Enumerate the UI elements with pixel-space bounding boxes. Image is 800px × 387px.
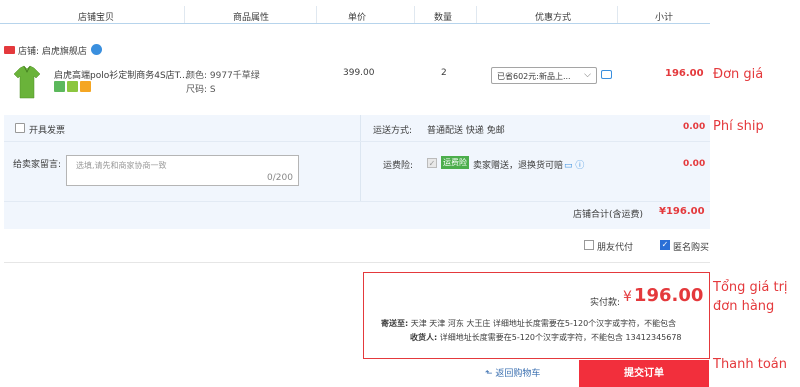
- service-card-icon: [80, 81, 91, 92]
- product-color: 颜色: 9977千草绿: [186, 71, 260, 81]
- insurance-fee: 0.00: [683, 159, 706, 169]
- anonymous-label[interactable]: 匿名购买: [673, 240, 710, 253]
- col-discount: 优惠方式: [535, 13, 572, 23]
- promo-select[interactable]: 已省602元:新品上... ⌵: [491, 67, 597, 84]
- seller-message-count: 0/200: [267, 173, 293, 183]
- col-attributes: 商品属性: [233, 13, 270, 23]
- chevron-down-icon: ⌵: [584, 70, 591, 80]
- back-to-cart-link[interactable]: ⬑ 返回购物车: [485, 366, 540, 379]
- help-icon[interactable]: ▭ ⓘ: [564, 158, 584, 171]
- shop-name[interactable]: 店铺: 启虎旗舰店: [18, 44, 87, 57]
- shipping-method-label: 运送方式:: [373, 126, 413, 136]
- paid-label: 实付款:: [590, 298, 621, 308]
- insurance-tag: 运费险: [441, 156, 469, 169]
- unit-price: 399.00: [343, 68, 375, 78]
- invoice-label[interactable]: 开具发票: [29, 123, 65, 136]
- receiver: 收货人: 详细地址长度需要在5-120个汉字或字符，不能包含 134123456…: [410, 333, 682, 342]
- promo-select-value: 已省602元:新品上...: [497, 72, 571, 81]
- friend-pay-checkbox[interactable]: [584, 240, 594, 250]
- insurance-checkbox: ✓: [427, 158, 437, 168]
- product-thumbnail[interactable]: [12, 64, 42, 100]
- header-divider: [0, 23, 710, 24]
- insurance-label: 运费险:: [383, 161, 414, 171]
- seller-message-label: 给卖家留言:: [13, 160, 62, 170]
- annotation-order-total-2: đơn hàng: [713, 299, 775, 314]
- table-header: 店铺宝贝 商品属性 单价 数量 优惠方式 小计: [0, 6, 710, 24]
- annotation-payment: Thanh toán: [713, 357, 788, 372]
- service-badges: [54, 81, 93, 92]
- annotation-unit-price: Đơn giá: [713, 67, 764, 82]
- invoice-checkbox[interactable]: [15, 123, 25, 133]
- seller-message-placeholder: 选填,请先和商家协商一致: [76, 161, 167, 170]
- shop-total-value: ¥196.00: [659, 206, 705, 217]
- shipping-fee: 0.00: [683, 122, 706, 132]
- ship-to: 寄送至: 天津 天津 河东 大王庄 详细地址长度需要在5-120个汉字或字符，不…: [381, 319, 677, 328]
- product-size: 尺码: S: [186, 85, 216, 95]
- back-arrow-icon: ⬑: [485, 369, 496, 379]
- col-unit-price: 单价: [348, 13, 367, 23]
- col-subtotal: 小计: [655, 13, 674, 23]
- anonymous-checkbox[interactable]: ✓: [660, 240, 670, 250]
- product-title[interactable]: 启虎高端polo衫定制商务4S店T...: [54, 68, 188, 81]
- friend-pay-label[interactable]: 朋友代付: [597, 240, 633, 253]
- chat-icon[interactable]: [91, 44, 102, 55]
- comment-icon[interactable]: [601, 70, 612, 79]
- insurance-text: 卖家赠送，退换货可赔: [473, 161, 564, 171]
- paid-amount: ¥196.00: [623, 285, 704, 306]
- submit-order-button[interactable]: 提交订单: [579, 360, 709, 387]
- quantity: 2: [441, 68, 447, 78]
- service-7day-icon: [54, 81, 65, 92]
- annotation-shipping-fee: Phí ship: [713, 119, 764, 134]
- annotation-order-total-1: Tổng giá trị: [713, 280, 788, 295]
- col-shop-item: 店铺宝贝: [78, 13, 115, 23]
- shop-total-label: 店铺合计(含运费): [573, 210, 644, 220]
- service-guarantee-icon: [67, 81, 78, 92]
- shipping-method-value: 普通配送 快递 免邮: [427, 126, 505, 136]
- shop-tmall-icon: [4, 46, 15, 54]
- item-subtotal: 196.00: [665, 68, 704, 79]
- col-quantity: 数量: [434, 13, 453, 23]
